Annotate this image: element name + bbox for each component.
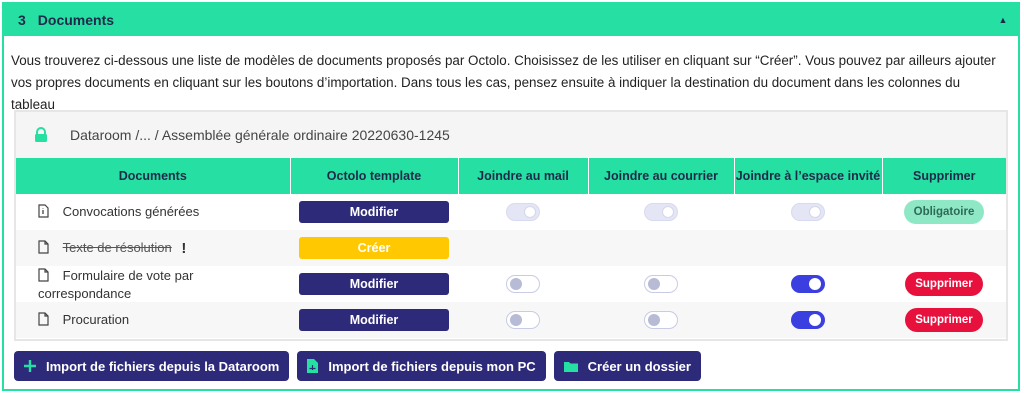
import-pc-label: Import de fichiers depuis mon PC <box>328 358 536 374</box>
col-template: Octolo template <box>290 158 459 194</box>
folder-icon <box>563 361 578 372</box>
section-number: 3 <box>18 12 26 28</box>
delete-button[interactable]: Supprimer <box>905 272 983 296</box>
intro-text: Vous trouverez ci-dessous une liste de m… <box>11 53 996 112</box>
col-courrier: Joindre au courrier <box>588 158 735 194</box>
attach-mail-toggle <box>506 203 540 221</box>
create-template-button[interactable]: Créer <box>299 237 449 259</box>
document-name: Convocations générées <box>62 204 200 220</box>
table-row: Procuration Modifier Supprimer <box>16 302 1006 338</box>
document-name: Formulaire de vote par correspondance <box>38 268 194 301</box>
documents-table: Documents Octolo template Joindre au mai… <box>16 158 1006 338</box>
import-dataroom-button[interactable]: Import de fichiers depuis la Dataroom <box>14 351 290 381</box>
table-header-row: Documents Octolo template Joindre au mai… <box>16 158 1006 194</box>
section-title: Documents <box>37 12 115 28</box>
attach-espace-toggle[interactable] <box>791 275 825 293</box>
section-header[interactable]: 3 Documents ▲ <box>4 4 1018 36</box>
create-folder-label: Créer un dossier <box>587 358 691 374</box>
lock-icon <box>34 127 48 143</box>
table-row: Formulaire de vote par correspondance Mo… <box>16 266 1006 302</box>
col-documents: Documents <box>16 158 291 194</box>
import-pc-button[interactable]: Import de fichiers depuis mon PC <box>297 351 546 381</box>
dataroom-header: Dataroom /... / Assemblée générale ordin… <box>16 112 1006 158</box>
col-mail: Joindre au mail <box>458 158 589 194</box>
delete-button[interactable]: Supprimer <box>905 308 983 332</box>
col-espace: Joindre à l’espace invité <box>734 158 883 194</box>
col-supprimer: Supprimer <box>882 158 1006 194</box>
document-name: Texte de résolution <box>62 240 172 256</box>
attach-espace-toggle[interactable] <box>791 311 825 329</box>
file-upload-icon <box>307 359 319 373</box>
modify-template-button[interactable]: Modifier <box>299 309 449 331</box>
document-name: Procuration <box>62 312 130 328</box>
attach-mail-toggle[interactable] <box>506 311 540 329</box>
import-dataroom-label: Import de fichiers depuis la Dataroom <box>46 358 280 374</box>
document-icon <box>38 311 49 329</box>
dataroom-box: Dataroom /... / Assemblée générale ordin… <box>14 110 1008 341</box>
attach-mail-toggle[interactable] <box>506 275 540 293</box>
plus-icon <box>24 360 36 372</box>
modify-template-button[interactable]: Modifier <box>299 273 449 295</box>
create-folder-button[interactable]: Créer un dossier <box>553 351 701 381</box>
modify-template-button[interactable]: Modifier <box>299 201 449 223</box>
attach-courrier-toggle[interactable] <box>644 275 678 293</box>
table-row: Convocations générées Modifier Obligatoi… <box>16 194 1006 230</box>
attach-courrier-toggle[interactable] <box>644 311 678 329</box>
dataroom-breadcrumb: Dataroom /... / Assemblée générale ordin… <box>70 127 450 143</box>
document-icon <box>38 267 49 285</box>
action-buttons: Import de fichiers depuis la Dataroom Im… <box>14 351 701 381</box>
attach-espace-toggle <box>791 203 825 221</box>
warning-icon: ! <box>181 239 187 257</box>
table-row: Texte de résolution ! Créer <box>16 230 1006 266</box>
document-icon <box>38 239 49 257</box>
document-info-icon <box>38 203 49 221</box>
collapse-caret-icon[interactable]: ▲ <box>994 15 1012 25</box>
mandatory-badge: Obligatoire <box>903 200 985 224</box>
attach-courrier-toggle <box>644 203 678 221</box>
